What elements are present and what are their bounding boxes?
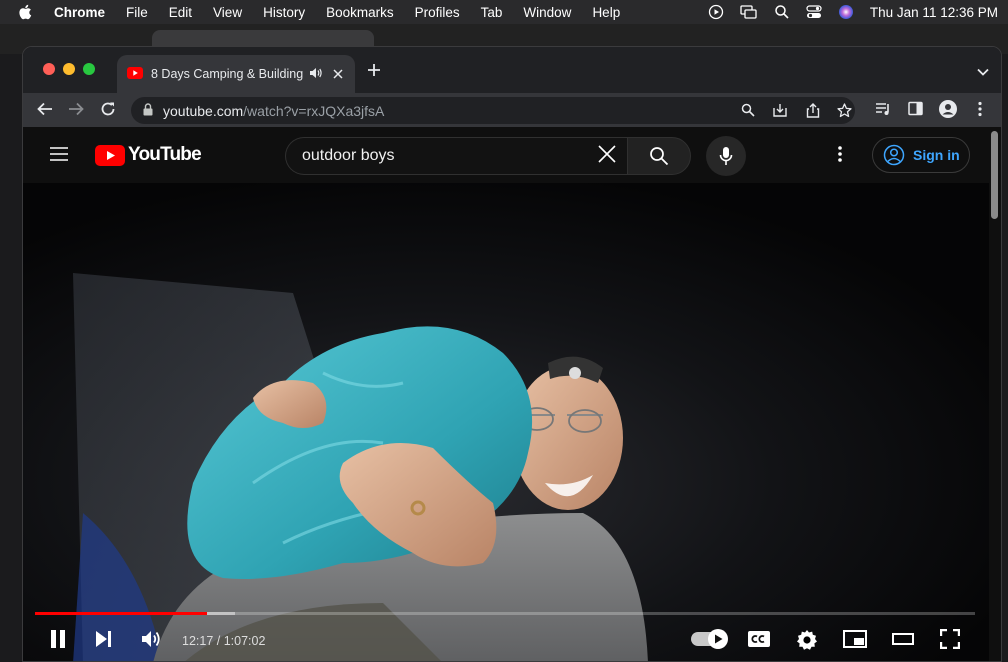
search-icon xyxy=(650,147,669,166)
apple-logo-icon[interactable] xyxy=(18,4,38,20)
menu-window[interactable]: Window xyxy=(523,5,571,20)
video-player[interactable]: 12:17 / 1:07:02 xyxy=(23,183,989,661)
menu-profiles[interactable]: Profiles xyxy=(415,5,460,20)
search-button[interactable] xyxy=(627,137,691,175)
share-icon[interactable] xyxy=(806,103,820,121)
menu-file[interactable]: File xyxy=(126,5,148,20)
hamburger-menu-icon[interactable] xyxy=(49,146,69,167)
time-separator: / xyxy=(213,634,224,648)
clear-search-icon[interactable] xyxy=(597,144,617,169)
youtube-masthead: YouTube outdoor boys Sign in xyxy=(23,127,989,183)
chrome-menu-kebab-icon[interactable] xyxy=(978,101,982,122)
tab-audio-playing-icon[interactable] xyxy=(309,67,323,82)
menu-edit[interactable]: Edit xyxy=(169,5,192,20)
microphone-icon xyxy=(719,147,733,165)
menu-app-name[interactable]: Chrome xyxy=(54,5,105,20)
url-host: youtube.com xyxy=(163,102,244,119)
video-progress-bar[interactable] xyxy=(35,612,975,615)
browser-tab-active[interactable]: 8 Days Camping & Building xyxy=(117,55,355,93)
video-frame xyxy=(23,183,989,661)
reload-icon[interactable] xyxy=(100,101,116,122)
menubar-clock[interactable]: Thu Jan 11 12:36 PM xyxy=(870,5,998,20)
address-bar[interactable]: youtube.com/watch?v=rxJQXa3jfsA xyxy=(131,97,855,124)
sign-in-label: Sign in xyxy=(913,147,960,163)
bookmark-star-icon[interactable] xyxy=(837,103,852,121)
pause-icon[interactable] xyxy=(49,629,67,654)
tab-search-chevron-icon[interactable] xyxy=(977,63,989,81)
fullscreen-icon[interactable] xyxy=(939,628,961,654)
menu-help[interactable]: Help xyxy=(592,5,620,20)
page-scrollbar[interactable] xyxy=(987,127,1001,661)
time-current: 12:17 xyxy=(182,634,214,648)
youtube-favicon-icon xyxy=(127,66,143,82)
forward-arrow-icon[interactable] xyxy=(68,101,84,122)
closed-captions-icon[interactable] xyxy=(747,629,771,654)
autoplay-toggle[interactable] xyxy=(691,629,728,649)
url-path: /watch?v=rxJQXa3jfsA xyxy=(243,102,385,119)
tab-strip: 8 Days Camping & Building xyxy=(23,47,1001,93)
sign-in-button[interactable]: Sign in xyxy=(872,137,970,173)
player-controls: 12:17 / 1:07:02 xyxy=(23,621,989,661)
menu-tab[interactable]: Tab xyxy=(481,5,503,20)
profile-avatar-icon[interactable] xyxy=(939,100,957,123)
theater-mode-icon[interactable] xyxy=(892,629,914,654)
siri-icon[interactable] xyxy=(838,4,854,20)
settings-kebab-icon[interactable] xyxy=(838,145,842,168)
time-display: 12:17 / 1:07:02 xyxy=(182,634,265,648)
youtube-page: YouTube outdoor boys Sign in 12:17 / 1:0… xyxy=(23,127,1001,661)
window-zoom-button[interactable] xyxy=(83,63,95,75)
chrome-window: 8 Days Camping & Building youtube.com /w… xyxy=(22,46,1002,662)
menu-view[interactable]: View xyxy=(213,5,242,20)
play-circle-icon[interactable] xyxy=(708,4,724,20)
youtube-logo-text: YouTube xyxy=(128,144,202,165)
menu-bookmarks[interactable]: Bookmarks xyxy=(326,5,394,20)
macos-menu-bar: Chrome File Edit View History Bookmarks … xyxy=(0,0,1008,24)
window-minimize-button[interactable] xyxy=(63,63,75,75)
menubar-status-area: Thu Jan 11 12:36 PM xyxy=(708,0,1008,24)
settings-gear-icon[interactable] xyxy=(796,629,818,656)
volume-icon[interactable] xyxy=(141,629,163,654)
tab-title: 8 Days Camping & Building xyxy=(151,67,303,81)
zoom-search-icon[interactable] xyxy=(741,103,755,120)
account-circle-icon xyxy=(883,144,905,166)
window-close-button[interactable] xyxy=(43,63,55,75)
install-app-icon[interactable] xyxy=(772,103,788,121)
miniplayer-icon[interactable] xyxy=(843,629,867,654)
tab-close-icon[interactable] xyxy=(333,66,343,82)
autoplay-play-icon xyxy=(708,629,728,649)
menu-history[interactable]: History xyxy=(263,5,305,20)
scrollbar-thumb[interactable] xyxy=(991,131,998,219)
back-arrow-icon[interactable] xyxy=(37,101,53,122)
reading-list-icon[interactable] xyxy=(875,101,892,122)
youtube-logo[interactable]: YouTube xyxy=(95,144,202,166)
voice-search-button[interactable] xyxy=(706,136,746,176)
browser-toolbar: youtube.com/watch?v=rxJQXa3jfsA xyxy=(23,93,1001,127)
spotlight-search-icon[interactable] xyxy=(774,4,790,20)
time-total: 1:07:02 xyxy=(223,634,266,648)
youtube-logo-icon xyxy=(95,144,125,166)
next-video-icon[interactable] xyxy=(95,629,113,654)
new-tab-button[interactable] xyxy=(367,61,381,81)
lock-icon[interactable] xyxy=(143,102,153,119)
played-bar xyxy=(35,612,208,615)
screen-mirroring-icon[interactable] xyxy=(740,4,758,20)
control-center-icon[interactable] xyxy=(806,4,822,20)
search-input[interactable]: outdoor boys xyxy=(285,137,627,175)
side-panel-icon[interactable] xyxy=(908,101,923,121)
